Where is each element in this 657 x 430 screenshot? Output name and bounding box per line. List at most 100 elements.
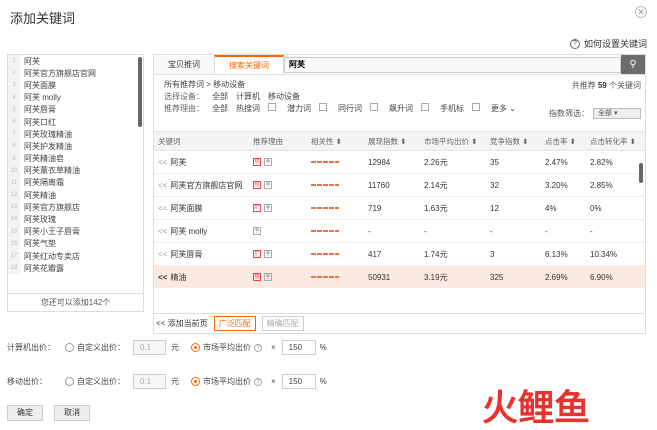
- add-keyword-arrow[interactable]: <<: [158, 181, 167, 190]
- table-body: << 阿芙热手 12984 2.26元 35 2.47% 2.82% << 阿芙官方旗舰店官网热…: [154, 151, 645, 288]
- mobile-market-radio[interactable]: [191, 377, 200, 386]
- confirm-button[interactable]: 确定: [7, 405, 43, 421]
- pc-bid-row: 计算机出价： 自定义出价： 0.1 元 市场平均出价 ? × 150 %: [7, 340, 327, 355]
- reason-option-mobile[interactable]: 手机标: [440, 103, 464, 115]
- list-item[interactable]: 15 阿芙小王子唇膏: [8, 225, 143, 238]
- list-item[interactable]: 4 阿芙 molly: [8, 91, 143, 104]
- list-item-index: 13: [8, 201, 20, 214]
- scrollbar[interactable]: [138, 57, 142, 127]
- avg-bid-cell: -: [424, 226, 427, 236]
- info-icon: ?: [254, 343, 262, 352]
- mobile-percent-input[interactable]: 150: [281, 374, 316, 389]
- device-option-mobile[interactable]: 移动设备: [268, 91, 300, 103]
- pc-custom-radio[interactable]: [65, 343, 74, 352]
- add-keyword-arrow[interactable]: <<: [158, 250, 167, 259]
- col-avg-bid[interactable]: 市场平均出价 ⬍: [424, 136, 490, 147]
- list-item-index: 3: [8, 79, 20, 92]
- more-button[interactable]: 更多 ⌄: [491, 103, 516, 115]
- keyword-cell[interactable]: << 阿芙面膜: [154, 203, 253, 214]
- tab-product-keywords[interactable]: 宝贝推词: [154, 55, 214, 74]
- reason-option-peer[interactable]: 同行词: [338, 103, 362, 115]
- list-item[interactable]: 10 阿芙薰衣草精油: [8, 164, 143, 177]
- table-row[interactable]: << 阿芙面膜扩手 719 1.63元 12 4% 0%: [154, 197, 645, 220]
- table-row[interactable]: << 阿芙唇膏扩手 417 1.74元 3 6.13% 10.34%: [154, 243, 645, 266]
- competition-cell: 325: [490, 272, 504, 282]
- cancel-button[interactable]: 取消: [54, 405, 90, 421]
- col-impressions[interactable]: 展现指数 ⬍: [368, 136, 424, 147]
- search-input[interactable]: 阿芙: [284, 57, 621, 73]
- checkbox[interactable]: [268, 103, 276, 111]
- table-row[interactable]: << 阿芙官方旗舰店官网热手 11760 2.14元 32 3.20% 2.85%: [154, 174, 645, 197]
- add-keyword-arrow[interactable]: <<: [158, 158, 167, 167]
- scrollbar[interactable]: [639, 163, 643, 183]
- list-item[interactable]: 8 阿芙护发精油: [8, 140, 143, 153]
- list-item[interactable]: 17 阿芙红动专卖店: [8, 250, 143, 263]
- mobile-custom-radio[interactable]: [65, 377, 74, 386]
- list-item[interactable]: 1 阿芙: [8, 55, 143, 68]
- checkbox[interactable]: [421, 103, 429, 111]
- keyword-cell[interactable]: << 阿芙官方旗舰店官网: [154, 180, 253, 191]
- table-row[interactable]: << 精油热手 50931 3.19元 325 2.69% 6.90%: [154, 266, 645, 288]
- checkbox[interactable]: [370, 103, 378, 111]
- impressions-cell: 11760: [368, 180, 390, 190]
- search-icon[interactable]: ⚲: [621, 55, 645, 74]
- reason-badge: 手: [264, 181, 272, 190]
- exact-match-button[interactable]: 精确匹配: [261, 316, 304, 331]
- list-item-label: 阿芙护发精油: [24, 141, 72, 151]
- col-ctr[interactable]: 点击率 ⬍: [545, 136, 590, 147]
- reason-badge: 手: [264, 273, 272, 282]
- device-option-all[interactable]: 全部: [212, 91, 228, 103]
- add-keyword-arrow[interactable]: <<: [158, 273, 167, 282]
- list-item[interactable]: 3 阿芙面膜: [8, 79, 143, 92]
- avg-bid-cell: 3.19元: [424, 272, 448, 282]
- col-relevance[interactable]: 相关性 ⬍: [311, 136, 368, 147]
- reason-option-all[interactable]: 全部: [212, 103, 228, 115]
- close-icon[interactable]: ✕: [635, 6, 647, 18]
- reason-option-hot[interactable]: 热搜词: [236, 103, 260, 115]
- pc-custom-input[interactable]: 0.1: [133, 340, 166, 355]
- add-page-button[interactable]: << 添加当前页: [156, 318, 208, 329]
- reason-badge: 手: [253, 227, 261, 236]
- list-item[interactable]: 18 阿芙花瓣露: [8, 262, 143, 275]
- pc-percent-input[interactable]: 150: [281, 340, 316, 355]
- list-item-label: 阿芙红动专卖店: [24, 251, 80, 261]
- mobile-bid-row: 移动出价： 自定义出价： 0.1 元 市场平均出价 ? × 150 %: [7, 374, 327, 389]
- list-item[interactable]: 9 阿芙精油皂: [8, 152, 143, 165]
- add-keyword-arrow[interactable]: <<: [158, 204, 167, 213]
- checkbox[interactable]: [319, 103, 327, 111]
- list-item[interactable]: 13 阿芙官方旗舰店: [8, 201, 143, 214]
- cvr-cell: 0%: [590, 203, 602, 213]
- keyword-cell[interactable]: << 阿芙唇膏: [154, 249, 253, 260]
- col-competition[interactable]: 竞争指数 ⬍: [490, 136, 545, 147]
- list-item[interactable]: 7 阿芙玫瑰精油: [8, 128, 143, 141]
- help-link[interactable]: ? 如何设置关键词: [569, 37, 647, 50]
- reason-option-rising[interactable]: 飙升词: [389, 103, 413, 115]
- tab-search-keywords[interactable]: 搜索关键词: [214, 55, 284, 74]
- mobile-custom-input[interactable]: 0.1: [133, 374, 166, 389]
- col-cvr[interactable]: 点击转化率 ⬍: [590, 136, 642, 147]
- checkbox[interactable]: [472, 103, 480, 111]
- list-item[interactable]: 16 阿芙气垫: [8, 237, 143, 250]
- list-item[interactable]: 5 阿芙唇膏: [8, 103, 143, 116]
- keyword-cell[interactable]: << 阿芙 molly: [154, 226, 253, 237]
- list-item[interactable]: 2 阿芙官方旗舰店官网: [8, 67, 143, 80]
- info-icon: ?: [254, 377, 262, 386]
- list-item-index: 15: [8, 225, 20, 238]
- competition-cell: -: [490, 226, 493, 236]
- list-item[interactable]: 6 阿芙口红: [8, 115, 143, 129]
- reason-option-potential[interactable]: 潜力词: [287, 103, 311, 115]
- add-keyword-arrow[interactable]: <<: [158, 227, 167, 236]
- keyword-cell[interactable]: << 精油: [154, 272, 253, 283]
- pc-market-radio[interactable]: [191, 343, 200, 352]
- index-filter-select[interactable]: 全部 ▾: [593, 108, 641, 119]
- list-item[interactable]: 12 阿芙精油: [8, 189, 143, 202]
- keyword-cell[interactable]: << 阿芙: [154, 157, 253, 168]
- list-item-index: 8: [8, 140, 20, 153]
- list-item[interactable]: 14 阿芙玫瑰: [8, 213, 143, 226]
- table-row[interactable]: << 阿芙 molly 手 - - - - -: [154, 220, 645, 243]
- list-item[interactable]: 11 阿芙隔离霜: [8, 176, 143, 190]
- device-option-pc[interactable]: 计算机: [236, 91, 260, 103]
- table-row[interactable]: << 阿芙热手 12984 2.26元 35 2.47% 2.82%: [154, 151, 645, 174]
- list-item-label: 阿芙玫瑰精油: [24, 129, 72, 139]
- broad-match-button[interactable]: 广泛匹配: [213, 316, 256, 331]
